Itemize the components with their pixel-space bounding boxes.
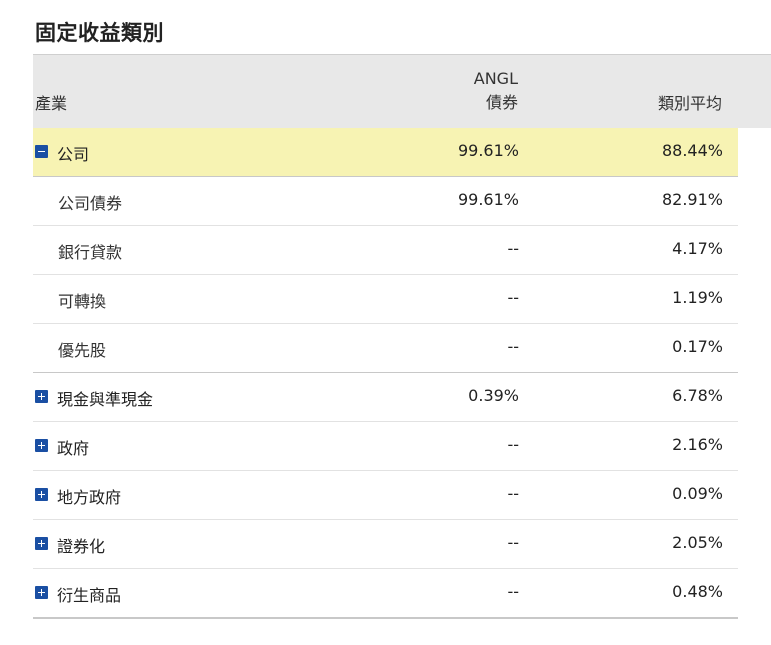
row-fund-value: 99.61% [457, 190, 519, 209]
expand-icon[interactable] [35, 586, 48, 599]
row-fund-value: 99.61% [457, 141, 519, 160]
row-fund-value: -- [507, 533, 519, 552]
row-average-value: 2.16% [672, 435, 723, 454]
header-fund[interactable]: ANGL 債券 [474, 67, 518, 115]
row-label: 可轉換 [58, 292, 107, 311]
row-average-value: 4.17% [672, 239, 723, 258]
row-fund-value: -- [507, 288, 519, 307]
row-label: 現金與準現金 [57, 390, 154, 409]
row-label: 公司 [57, 145, 90, 164]
row-average-value: 2.05% [672, 533, 723, 552]
table-row-securitized[interactable]: 證券化 -- 2.05% [33, 520, 738, 569]
row-label: 地方政府 [57, 488, 122, 507]
table-row-corporate-bond: 公司債券 99.61% 82.91% [33, 177, 738, 226]
row-label: 證券化 [57, 537, 106, 556]
row-label: 政府 [57, 439, 90, 458]
row-average-value: 0.09% [672, 484, 723, 503]
row-fund-value: 0.39% [468, 386, 519, 405]
expand-icon[interactable] [35, 390, 48, 403]
table-row-corporate[interactable]: 公司 99.61% 88.44% [33, 128, 738, 177]
header-fund-type: 債券 [485, 93, 518, 112]
row-average-value: 88.44% [661, 141, 723, 160]
table-row-derivatives[interactable]: 衍生商品 -- 0.48% [33, 569, 738, 619]
table-row-bank-loan: 銀行貸款 -- 4.17% [33, 226, 738, 275]
row-label: 公司債券 [58, 194, 123, 213]
row-fund-value: -- [507, 435, 519, 454]
section-title: 固定收益類別 [35, 21, 164, 45]
expand-icon[interactable] [35, 537, 48, 550]
table-row-cash[interactable]: 現金與準現金 0.39% 6.78% [33, 373, 738, 422]
fixed-income-table: 公司 99.61% 88.44% 公司債券 99.61% 82.91% 銀行貸款… [33, 128, 738, 619]
header-fund-ticker: ANGL [473, 69, 518, 88]
row-average-value: 0.17% [672, 337, 723, 356]
expand-icon[interactable] [35, 439, 48, 452]
row-average-value: 1.19% [672, 288, 723, 307]
header-industry[interactable]: 產業 [35, 90, 67, 114]
table-header: 產業 ANGL 債券 類別平均 [33, 54, 771, 128]
row-average-value: 0.48% [672, 582, 723, 601]
row-average-value: 82.91% [661, 190, 723, 209]
collapse-icon[interactable] [35, 145, 48, 158]
row-label: 銀行貸款 [58, 243, 123, 262]
row-label: 衍生商品 [57, 586, 122, 605]
expand-icon[interactable] [35, 488, 48, 501]
table-row-government[interactable]: 政府 -- 2.16% [33, 422, 738, 471]
header-category-average[interactable]: 類別平均 [658, 90, 722, 114]
row-fund-value: -- [507, 582, 519, 601]
table-row-preferred: 優先股 -- 0.17% [33, 324, 738, 373]
row-fund-value: -- [507, 337, 519, 356]
row-fund-value: -- [507, 484, 519, 503]
table-row-municipal[interactable]: 地方政府 -- 0.09% [33, 471, 738, 520]
table-row-convertible: 可轉換 -- 1.19% [33, 275, 738, 324]
row-label: 優先股 [58, 341, 107, 360]
row-fund-value: -- [507, 239, 519, 258]
row-average-value: 6.78% [672, 386, 723, 405]
